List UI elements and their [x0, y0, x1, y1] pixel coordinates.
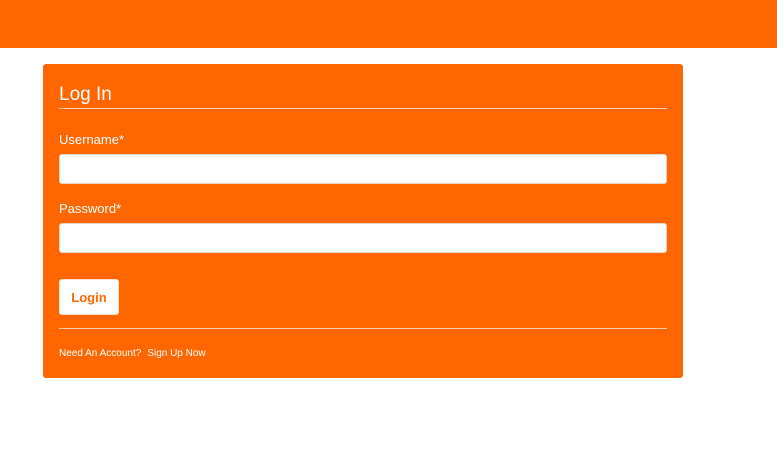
password-label: Password*: [59, 201, 122, 216]
login-title: Log In: [59, 84, 112, 105]
username-input[interactable]: [59, 154, 667, 184]
footer-divider: [59, 328, 667, 329]
password-input[interactable]: [59, 223, 667, 253]
sign-up-link[interactable]: Sign Up Now: [147, 348, 205, 359]
signup-footer: Need An Account? Sign Up Now: [59, 348, 206, 360]
top-header-bar: [0, 0, 777, 48]
title-divider: [59, 108, 667, 109]
need-account-text: Need An Account?: [59, 348, 142, 359]
login-button[interactable]: Login: [59, 279, 119, 315]
username-label: Username*: [59, 132, 125, 147]
login-panel: Log In Username* Password* Login Need An…: [43, 64, 683, 378]
